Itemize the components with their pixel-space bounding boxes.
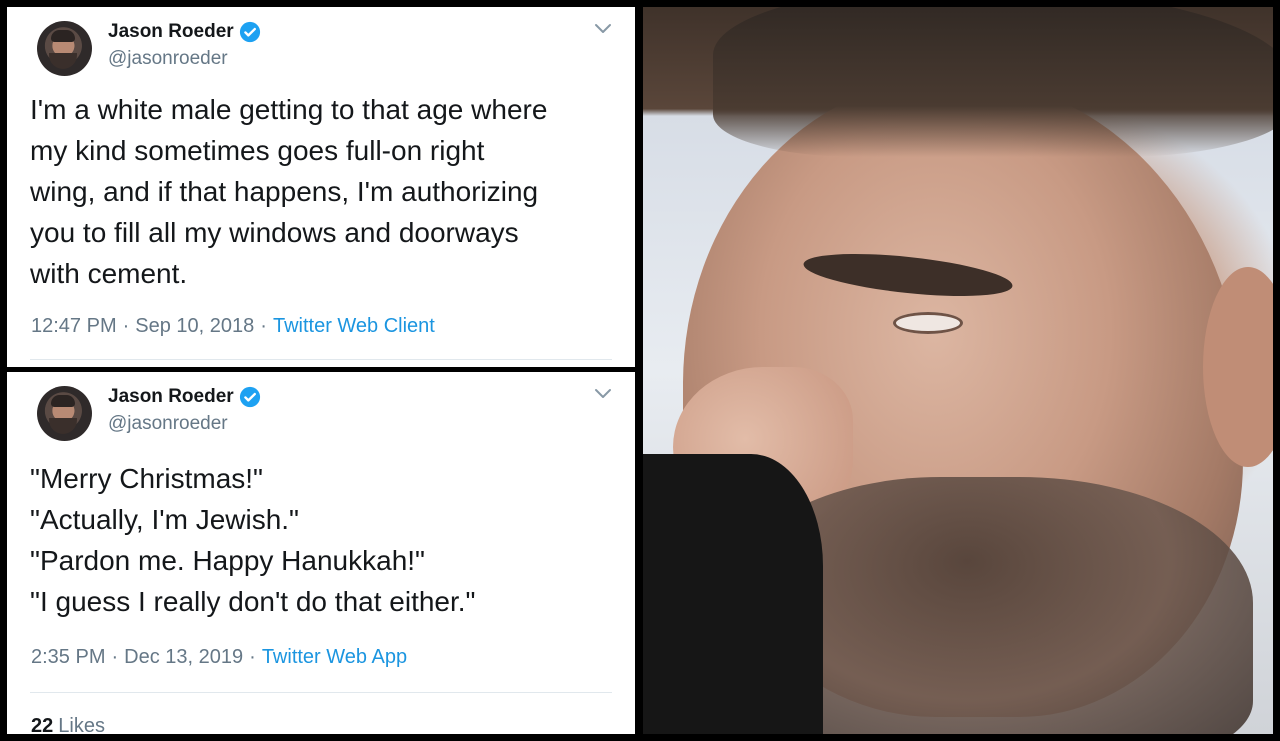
photo-collar: [643, 454, 823, 734]
divider: [30, 692, 612, 693]
display-name[interactable]: Jason Roeder: [108, 21, 234, 43]
meta-separator: ·: [260, 315, 267, 337]
meme-collage: Jason Roeder @jasonroeder I'm a white ma…: [0, 0, 1280, 741]
meta-separator: ·: [122, 315, 130, 337]
tweet-text-line: "I guess I really don't do that either.": [30, 586, 476, 617]
likes-count[interactable]: 22: [31, 715, 53, 734]
tweet-text-line: wing, and if that happens, I'm authorizi…: [30, 176, 539, 207]
avatar[interactable]: [37, 386, 92, 441]
tweet-meta: 12:47 PM · Sep 10, 2018 · Twitter Web Client: [31, 315, 435, 338]
likes-label[interactable]: Likes: [58, 715, 105, 734]
tweet-meta: 2:35 PM · Dec 13, 2019 · Twitter Web App: [31, 646, 407, 669]
chevron-down-icon[interactable]: [593, 386, 613, 402]
tweet-text-line: you to fill all my windows and doorways: [30, 217, 519, 248]
tweet-client-link[interactable]: Twitter Web App: [262, 646, 407, 668]
display-name[interactable]: Jason Roeder: [108, 386, 234, 408]
photo-hair: [713, 7, 1273, 157]
tweet-text-line: I'm a white male getting to that age whe…: [30, 94, 548, 125]
divider: [30, 359, 612, 360]
tweet-text-line: my kind sometimes goes full-on right: [30, 135, 485, 166]
user-handle[interactable]: @jasonroeder: [108, 48, 228, 70]
meta-separator: ·: [249, 646, 256, 668]
verified-badge-icon: [239, 21, 260, 43]
user-name-row[interactable]: Jason Roeder: [108, 21, 261, 43]
avatar[interactable]: [37, 21, 92, 76]
tweet-text-line: "Merry Christmas!": [30, 463, 263, 494]
tweet-card[interactable]: Jason Roeder @jasonroeder "Merry Christm…: [7, 372, 635, 734]
tweet-client-link[interactable]: Twitter Web Client: [273, 315, 435, 337]
tweet-date[interactable]: Sep 10, 2018: [135, 315, 254, 337]
tweet-text-line: "Pardon me. Happy Hanukkah!": [30, 545, 425, 576]
chevron-down-icon[interactable]: [593, 21, 613, 37]
tweet-card[interactable]: Jason Roeder @jasonroeder I'm a white ma…: [7, 7, 635, 367]
portrait-photo: [643, 7, 1273, 734]
tweet-text-line: "Actually, I'm Jewish.": [30, 504, 299, 535]
tweet-text: I'm a white male getting to that age whe…: [30, 89, 615, 294]
verified-badge-icon: [239, 386, 260, 408]
tweet-time[interactable]: 12:47 PM: [31, 315, 117, 337]
meta-separator: ·: [111, 646, 119, 668]
user-name-row[interactable]: Jason Roeder: [108, 386, 261, 408]
tweet-date[interactable]: Dec 13, 2019: [124, 646, 243, 668]
tweet-time[interactable]: 2:35 PM: [31, 646, 105, 668]
photo-eye: [893, 312, 963, 334]
tweet-text-line: with cement.: [30, 258, 188, 289]
tweet-text: "Merry Christmas!" "Actually, I'm Jewish…: [30, 458, 615, 622]
user-handle[interactable]: @jasonroeder: [108, 413, 228, 435]
likes-stat[interactable]: 22 Likes: [31, 715, 105, 734]
